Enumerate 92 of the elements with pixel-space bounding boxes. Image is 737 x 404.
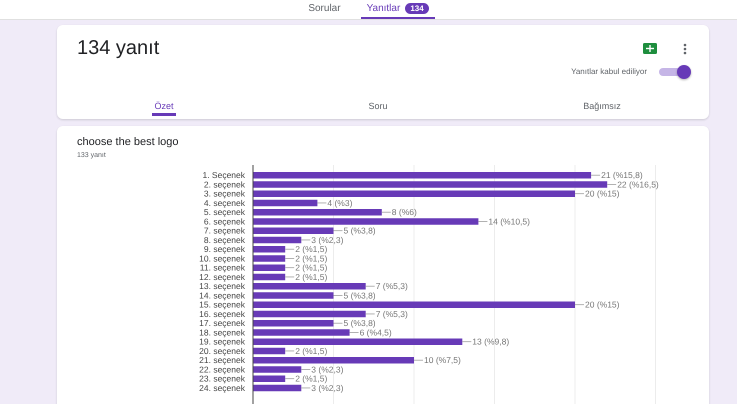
value-label: 3 (%2,3) [311,382,344,393]
value-label: 22 (%16,5) [617,179,659,190]
view-tab[interactable]: Bağımsız [485,97,709,119]
value-label: 13 (%9,8) [472,336,510,346]
leader-line [590,174,600,176]
value-label: 2 (%1,5) [295,346,328,356]
category-label: 12. seçenek [199,272,245,282]
category-label: 21. seçenek [199,355,245,365]
response-count-title: 134 yanıt [77,37,160,60]
tab-label: Sorular [308,3,341,14]
value-label: 2 (%1,5) [295,253,328,264]
top-tab[interactable]: Yanıtlar 134 [360,0,435,19]
category-label: 15. seçenek [199,300,245,310]
category-label: 1. Seçenek [202,170,245,180]
value-label: 3 (%2,3) [311,234,344,245]
value-label: 4 (%3) [327,198,352,208]
category-label: 2. seçenek [204,179,245,190]
category-label: 24. seçenek [199,382,245,393]
view-tab[interactable]: Soru [271,97,485,119]
spreadsheet-icon[interactable] [643,43,657,54]
value-label: 20 (%15) [585,188,620,198]
value-label: 2 (%1,5) [295,272,328,282]
category-label: 16. seçenek [199,308,245,319]
value-label: 21 (%15,8) [601,170,643,180]
category-label: 11. seçenek [200,262,245,272]
leader-line [365,286,376,287]
leader-line [284,248,295,250]
category-label: 5. seçenek [204,207,245,217]
value-label: 10 (%7,5) [424,355,461,365]
leader-line [284,378,295,380]
bar [253,264,286,271]
category-label: 4. seçenek [204,198,245,208]
bar [253,236,302,244]
value-label: 7 (%5,3) [376,308,408,319]
leader-line [284,276,295,278]
leader-line [381,212,392,213]
value-label: 14 (%10,5) [488,216,530,226]
value-label: 5 (%3,8) [344,290,376,300]
category-label: 6. seçenek [204,216,245,226]
category-label: 23. seçenek [199,374,245,384]
top-tab[interactable]: Sorular [302,0,347,19]
category-label: 10. seçenek [199,253,245,264]
category-label: 19. seçenek [199,336,245,346]
value-label: 2 (%1,5) [295,262,328,272]
leader-line [333,230,343,232]
accepting-label: Yanıtlar kabul ediliyor [571,67,647,76]
bar [253,366,302,373]
category-label: 7. seçenek [204,226,245,236]
bar [253,246,286,252]
leader-line [414,360,424,361]
value-label: 20 (%15) [585,300,620,310]
question-title: choose the best logo [77,136,180,148]
leader-line [462,341,472,342]
leader-line [284,350,295,352]
value-label: 6 (%4,5) [360,327,392,338]
value-label: 3 (%2,3) [311,364,344,374]
leader-line [349,332,359,333]
category-label: 3. seçenek [204,188,245,198]
leader-line [300,369,311,370]
category-label: 9. seçenek [204,244,245,254]
count-badge: 134 [405,3,429,14]
tab-label: Yanıtlar [366,3,400,14]
category-label: 17. seçenek [199,318,245,328]
accepting-toggle[interactable] [659,68,689,76]
bar [253,274,286,280]
category-label: 14. seçenek [199,290,245,300]
value-label: 2 (%1,5) [295,244,328,254]
leader-line [284,258,295,259]
leader-line [606,184,617,185]
value-label: 7 (%5,3) [376,281,408,291]
value-label: 8 (%6) [392,207,417,217]
leader-line [317,202,327,204]
bar [253,255,286,262]
leader-line [574,193,584,194]
bar [253,348,286,354]
bar [253,200,318,206]
value-label: 2 (%1,5) [295,374,328,384]
value-label: 5 (%3,8) [344,318,376,328]
bar [253,376,286,382]
category-label: 18. seçenek [199,327,245,338]
leader-line [333,322,343,324]
bar [253,384,302,392]
more-icon[interactable] [683,42,687,54]
category-label: 22. seçenek [199,364,245,374]
category-label: 13. seçenek [199,281,245,291]
leader-line [574,304,584,306]
category-label: 8. seçenek [204,234,245,245]
value-label: 5 (%3,8) [344,226,376,236]
leader-line [333,295,343,296]
leader-line [284,267,295,268]
leader-line [478,221,488,222]
category-label: 20. seçenek [199,346,245,356]
